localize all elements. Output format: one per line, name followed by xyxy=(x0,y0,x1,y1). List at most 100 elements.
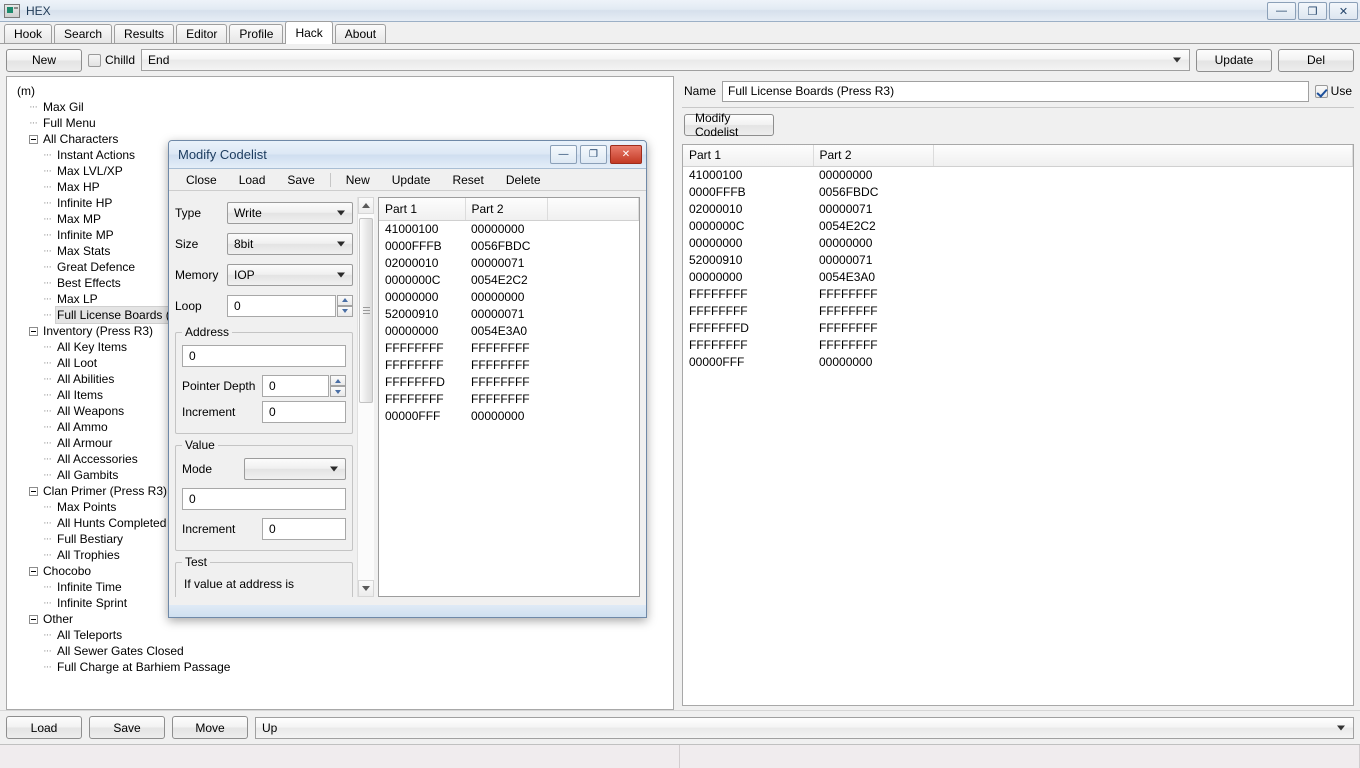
tab-profile[interactable]: Profile xyxy=(229,24,283,43)
tree-item-all-sewer-gates-closed[interactable]: ···All Sewer Gates Closed xyxy=(15,643,669,659)
dialog-menu-new[interactable]: New xyxy=(335,169,381,191)
tree-expander-icon[interactable] xyxy=(29,487,38,496)
del-button[interactable]: Del xyxy=(1278,49,1354,72)
pointer-depth-stepper-up[interactable] xyxy=(330,375,346,386)
dialog-menu-update[interactable]: Update xyxy=(381,169,442,191)
table-row[interactable]: 0000000000000000 xyxy=(683,234,1353,251)
table-row[interactable]: 000000000054E3A0 xyxy=(379,322,639,339)
scrollbar-track[interactable] xyxy=(358,214,374,580)
tree-item-full-charge-at-barhiem-passage[interactable]: ···Full Charge at Barhiem Passage xyxy=(15,659,669,675)
codes-grid-header-part2[interactable]: Part 2 xyxy=(813,145,933,166)
dialog-close-icon[interactable]: ✕ xyxy=(610,145,642,164)
dialog-menu-reset[interactable]: Reset xyxy=(441,169,494,191)
use-checkbox[interactable] xyxy=(1315,85,1328,98)
dialog-menu-save[interactable]: Save xyxy=(276,169,325,191)
minimize-icon[interactable]: — xyxy=(1267,2,1296,20)
loop-stepper[interactable] xyxy=(337,295,353,317)
table-row[interactable]: 0200001000000071 xyxy=(683,200,1353,217)
table-row[interactable]: FFFFFFFFFFFFFFFF xyxy=(379,356,639,373)
name-input[interactable]: Full License Boards (Press R3) xyxy=(722,81,1309,102)
restore-icon[interactable]: ❐ xyxy=(1298,2,1327,20)
codes-grid[interactable]: Part 1 Part 2 41000100000000000000FFFB00… xyxy=(683,145,1353,370)
loop-input[interactable]: 0 xyxy=(227,295,336,317)
table-row[interactable]: 0000000C0054E2C2 xyxy=(683,217,1353,234)
dialog-menu-delete[interactable]: Delete xyxy=(495,169,552,191)
scroll-down-button[interactable] xyxy=(358,580,374,597)
codes-grid-header-part1[interactable]: Part 1 xyxy=(683,145,813,166)
table-row[interactable]: 4100010000000000 xyxy=(683,166,1353,183)
tab-hack[interactable]: Hack xyxy=(285,21,332,44)
loop-stepper-down[interactable] xyxy=(337,306,353,317)
hack-entry-combo[interactable]: End xyxy=(141,49,1190,71)
close-icon[interactable]: ✕ xyxy=(1329,2,1358,20)
tab-hook[interactable]: Hook xyxy=(4,24,52,43)
dialog-codes-grid-header-blank[interactable] xyxy=(547,198,639,220)
table-row[interactable]: FFFFFFFFFFFFFFFF xyxy=(683,285,1353,302)
type-combo[interactable]: Write xyxy=(227,202,353,224)
table-row[interactable]: FFFFFFFDFFFFFFFF xyxy=(683,319,1353,336)
table-row[interactable]: 000000000054E3A0 xyxy=(683,268,1353,285)
scrollbar-thumb[interactable] xyxy=(359,218,373,403)
table-row[interactable]: 0200001000000071 xyxy=(379,254,639,271)
value-increment-input[interactable]: 0 xyxy=(262,518,346,540)
table-row[interactable]: FFFFFFFFFFFFFFFF xyxy=(379,390,639,407)
table-row[interactable]: 5200091000000071 xyxy=(379,305,639,322)
dialog-minimize-icon[interactable]: — xyxy=(550,145,577,164)
tree-item-all-teleports[interactable]: ···All Teleports xyxy=(15,627,669,643)
value-input[interactable]: 0 xyxy=(182,488,346,510)
tree-expander-icon[interactable] xyxy=(29,327,38,336)
tree-root[interactable]: (m) xyxy=(15,83,669,99)
table-row[interactable]: 00000FFF00000000 xyxy=(379,407,639,424)
save-button[interactable]: Save xyxy=(89,716,165,739)
table-row[interactable]: FFFFFFFDFFFFFFFF xyxy=(379,373,639,390)
table-row[interactable]: 4100010000000000 xyxy=(379,220,639,237)
move-direction-combo[interactable]: Up xyxy=(255,717,1354,739)
table-row[interactable]: 0000FFFB0056FBDC xyxy=(683,183,1353,200)
table-row[interactable]: FFFFFFFFFFFFFFFF xyxy=(683,302,1353,319)
table-row[interactable]: FFFFFFFFFFFFFFFF xyxy=(683,336,1353,353)
table-row[interactable]: 0000FFFB0056FBDC xyxy=(379,237,639,254)
tab-about[interactable]: About xyxy=(335,24,386,43)
table-row[interactable]: 0000000000000000 xyxy=(379,288,639,305)
dialog-form-scrollbar[interactable] xyxy=(357,197,374,597)
tree-item-full-menu[interactable]: ···Full Menu xyxy=(15,115,669,131)
tree-expander-icon[interactable] xyxy=(29,135,38,144)
size-combo[interactable]: 8bit xyxy=(227,233,353,255)
dialog-menu-load[interactable]: Load xyxy=(228,169,277,191)
dialog-codes-grid-header-part1[interactable]: Part 1 xyxy=(379,198,465,220)
table-row[interactable]: 5200091000000071 xyxy=(683,251,1353,268)
tab-results[interactable]: Results xyxy=(114,24,174,43)
codes-grid-header-blank[interactable] xyxy=(933,145,1353,166)
modify-codelist-button[interactable]: Modify Codelist xyxy=(684,114,774,136)
statusbar-pane-left xyxy=(0,745,680,768)
pointer-depth-stepper-down[interactable] xyxy=(330,386,346,397)
pointer-depth-input[interactable]: 0 xyxy=(262,375,329,397)
pointer-depth-stepper[interactable] xyxy=(330,375,346,397)
tab-editor[interactable]: Editor xyxy=(176,24,227,43)
table-row[interactable]: 0000000C0054E2C2 xyxy=(379,271,639,288)
memory-combo[interactable]: IOP xyxy=(227,264,353,286)
table-row[interactable]: FFFFFFFFFFFFFFFF xyxy=(379,339,639,356)
tree-expander-icon[interactable] xyxy=(29,615,38,624)
update-button[interactable]: Update xyxy=(1196,49,1272,72)
child-checkbox-wrapper[interactable]: Chilld xyxy=(88,53,135,67)
new-button[interactable]: New xyxy=(6,49,82,72)
dialog-restore-icon[interactable]: ❐ xyxy=(580,145,607,164)
address-input[interactable]: 0 xyxy=(182,345,346,367)
dialog-codes-grid[interactable]: Part 1 Part 2 41000100000000000000FFFB00… xyxy=(379,198,639,424)
dialog-menu-close[interactable]: Close xyxy=(175,169,228,191)
tree-item-max-gil[interactable]: ···Max Gil xyxy=(15,99,669,115)
tab-search[interactable]: Search xyxy=(54,24,112,43)
load-button[interactable]: Load xyxy=(6,716,82,739)
scroll-up-button[interactable] xyxy=(358,197,374,214)
address-increment-input[interactable]: 0 xyxy=(262,401,346,423)
move-button[interactable]: Move xyxy=(172,716,248,739)
tree-expander-icon[interactable] xyxy=(29,567,38,576)
loop-stepper-up[interactable] xyxy=(337,295,353,306)
tree-line-icon: ··· xyxy=(43,515,55,531)
child-checkbox[interactable] xyxy=(88,54,101,67)
use-checkbox-wrapper[interactable]: Use xyxy=(1315,84,1352,98)
table-row[interactable]: 00000FFF00000000 xyxy=(683,353,1353,370)
mode-combo[interactable] xyxy=(244,458,346,480)
dialog-codes-grid-header-part2[interactable]: Part 2 xyxy=(465,198,547,220)
